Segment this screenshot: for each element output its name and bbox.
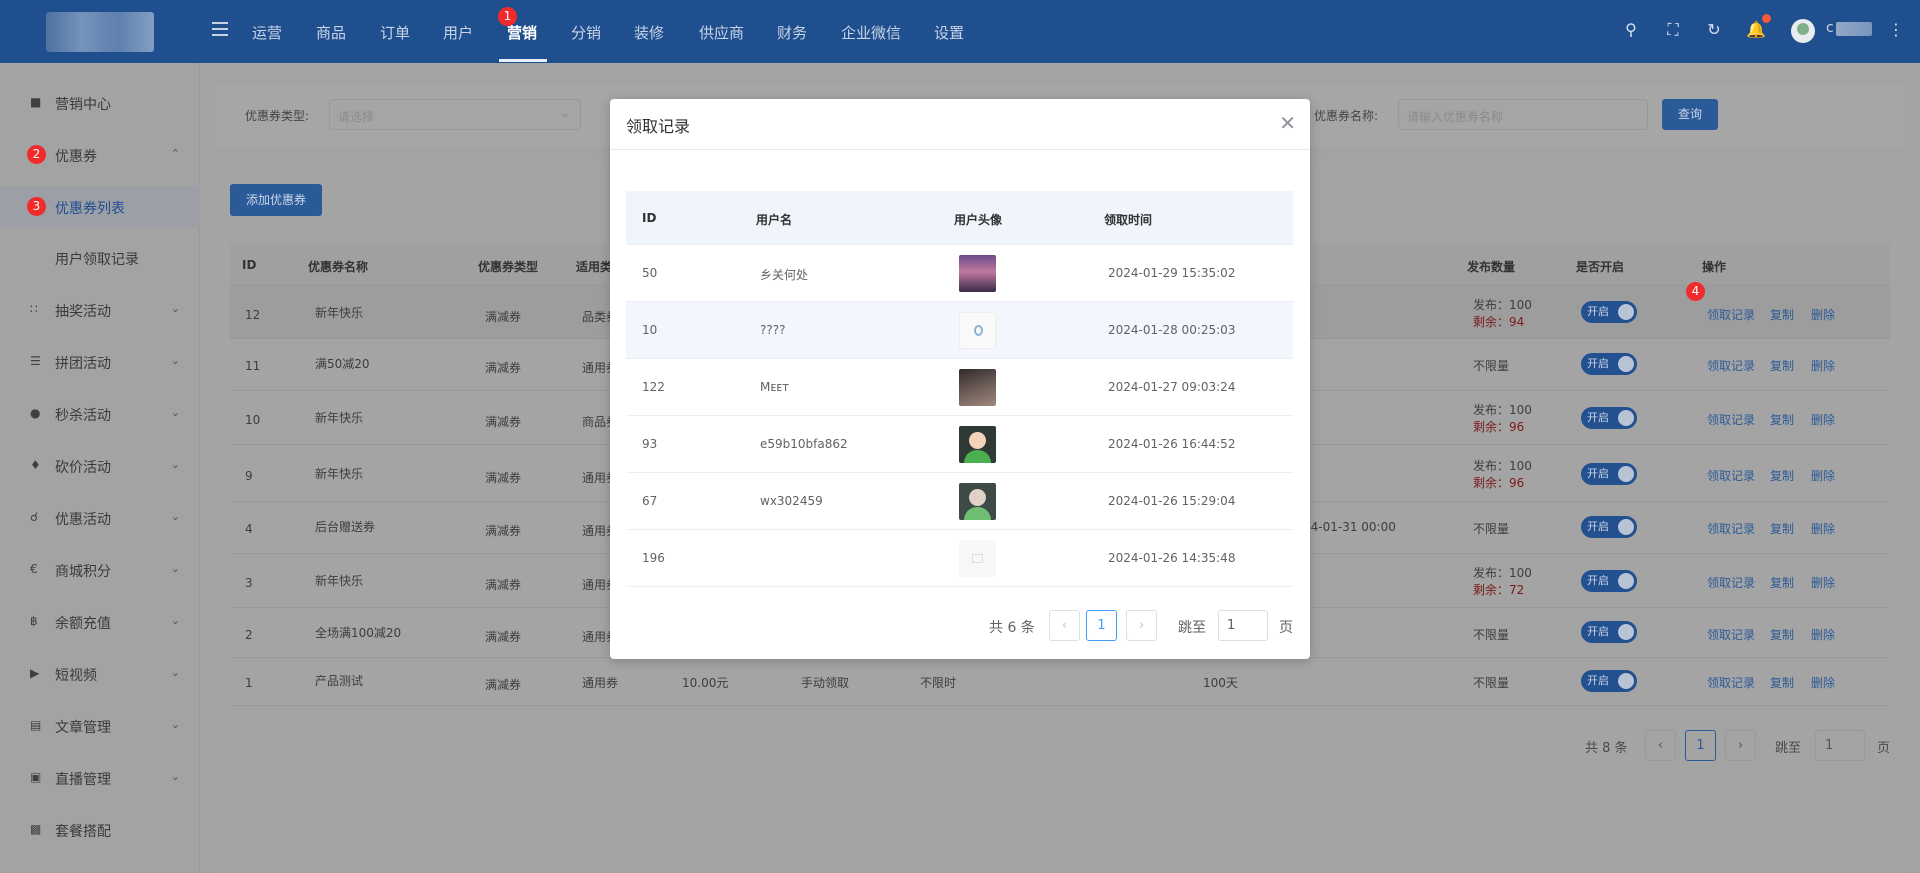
- cell-time: 2024-01-28 00:25:03: [1108, 323, 1236, 337]
- table-row: 50 乡关何处 2024-01-29 15:35:02: [626, 245, 1293, 302]
- user-avatar: [959, 540, 996, 577]
- dialog-title: 领取记录: [626, 117, 691, 136]
- cell-id: 67: [642, 494, 658, 508]
- table-row: 122 Mᴇᴇᴛ 2024-01-27 09:03:24: [626, 359, 1293, 416]
- user-avatar: [959, 369, 996, 406]
- receive-records-dialog: 领取记录 ✕ ID 用户名 用户头像 领取时间 50 乡关何处 2024-01-…: [610, 99, 1310, 659]
- user-avatar: [959, 483, 996, 520]
- close-icon[interactable]: ✕: [1279, 111, 1296, 135]
- col-username: 用户名: [756, 213, 793, 227]
- next-page-button[interactable]: ›: [1126, 610, 1157, 641]
- cell-id: 122: [642, 380, 665, 394]
- cell-id: 196: [642, 551, 665, 565]
- table-row: 10 ???? 2024-01-28 00:25:03: [626, 302, 1293, 359]
- prev-page-button[interactable]: ‹: [1049, 610, 1080, 641]
- cell-username: wx302459: [760, 494, 823, 508]
- page-unit: 页: [1279, 620, 1293, 636]
- user-avatar: [959, 426, 996, 463]
- table-row: 67 wx302459 2024-01-26 15:29:04: [626, 473, 1293, 530]
- table-row: 196 2024-01-26 14:35:48: [626, 530, 1293, 587]
- jump-input[interactable]: 1: [1218, 610, 1268, 641]
- pagination-total: 共 6 条: [989, 620, 1035, 636]
- col-avatar: 用户头像: [954, 213, 1003, 227]
- user-avatar: [959, 255, 996, 292]
- col-id: ID: [642, 211, 657, 225]
- cell-username: Mᴇᴇᴛ: [760, 380, 790, 394]
- table-header: ID 用户名 用户头像 领取时间: [626, 191, 1293, 245]
- page-number[interactable]: 1: [1086, 610, 1117, 641]
- cell-username: ????: [760, 323, 786, 337]
- image-placeholder-icon: [972, 554, 983, 563]
- cell-username: 乡关何处: [760, 268, 809, 282]
- cell-time: 2024-01-26 14:35:48: [1108, 551, 1236, 565]
- col-time: 领取时间: [1104, 213, 1153, 227]
- jump-label: 跳至: [1178, 620, 1206, 636]
- cell-id: 10: [642, 323, 658, 337]
- cell-time: 2024-01-29 15:35:02: [1108, 266, 1236, 280]
- cell-time: 2024-01-26 16:44:52: [1108, 437, 1236, 451]
- cell-username: e59b10bfa862: [760, 437, 848, 451]
- cell-id: 50: [642, 266, 658, 280]
- cell-id: 93: [642, 437, 658, 451]
- cell-time: 2024-01-26 15:29:04: [1108, 494, 1236, 508]
- divider: [610, 149, 1310, 150]
- bulb-icon: [974, 325, 983, 336]
- user-avatar: [959, 312, 996, 349]
- table-row: 93 e59b10bfa862 2024-01-26 16:44:52: [626, 416, 1293, 473]
- cell-time: 2024-01-27 09:03:24: [1108, 380, 1236, 394]
